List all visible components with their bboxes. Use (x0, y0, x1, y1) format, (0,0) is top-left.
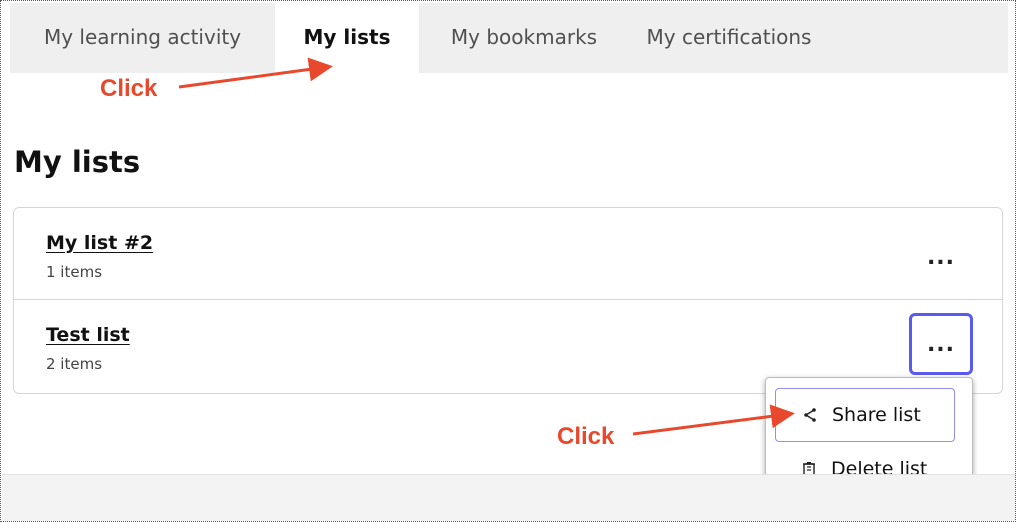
ellipsis-icon: ... (926, 244, 956, 270)
page-title: My lists (14, 145, 141, 179)
tab-my-certifications[interactable]: My certifications (629, 3, 829, 73)
ellipsis-icon: ... (926, 331, 956, 357)
more-options-button[interactable]: ... (909, 226, 973, 288)
tab-bar: My learning activity My lists My bookmar… (10, 3, 1008, 73)
more-options-button-focused[interactable]: ... (909, 313, 973, 375)
footer-strip (2, 474, 1015, 521)
list-name-link[interactable]: My list #2 (46, 232, 153, 254)
share-list-menu-item[interactable]: Share list (775, 388, 955, 442)
lists-card: My list #2 1 items ... Test list 2 items… (13, 207, 1003, 394)
tab-my-learning-activity[interactable]: My learning activity (10, 3, 275, 73)
tab-my-bookmarks[interactable]: My bookmarks (419, 3, 629, 73)
tab-my-lists[interactable]: My lists (275, 3, 419, 73)
list-item-count: 2 items (46, 355, 103, 373)
annotation-click-label: Click (100, 75, 158, 102)
list-item-count: 1 items (46, 263, 103, 281)
screenshot-frame: My learning activity My lists My bookmar… (0, 0, 1016, 522)
share-list-label: Share list (832, 404, 921, 426)
share-icon (800, 407, 820, 423)
list-name-link[interactable]: Test list (46, 324, 130, 346)
annotation-click-label: Click (557, 423, 615, 450)
list-item: My list #2 1 items ... (14, 208, 1002, 300)
